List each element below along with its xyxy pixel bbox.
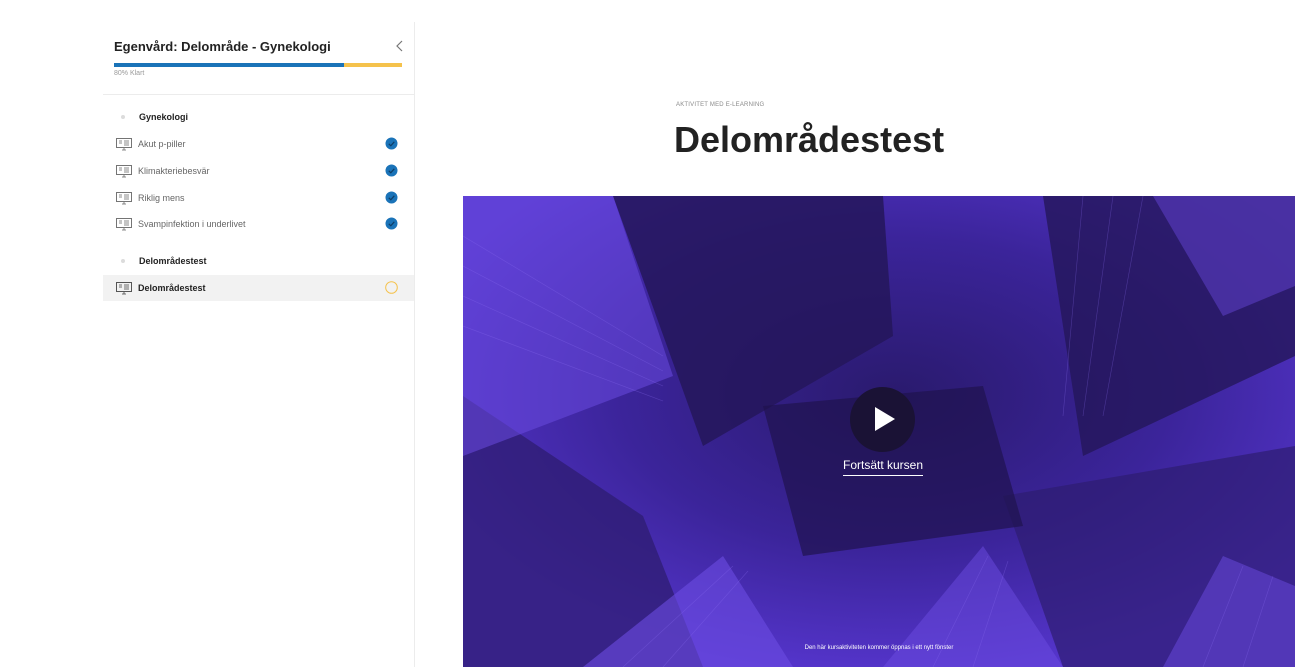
new-window-note: Den här kursaktiviteten kommer öppnas i … [804,645,954,651]
play-button[interactable] [850,387,915,452]
completed-check-icon [385,164,398,177]
completed-check-icon [385,137,398,150]
lesson-item-active[interactable]: Delområdestest [103,275,414,301]
course-hero-banner: Fortsätt kursen Den här kursaktiviteten … [463,196,1295,667]
section-title: Delområdestest [139,256,207,266]
progress-bar-fill [114,63,345,67]
continue-course-label: Fortsätt kursen [842,458,924,476]
completed-check-icon [385,217,398,230]
e-learning-icon [116,191,132,204]
lesson-label: Akut p-piller [138,139,186,149]
section-heading: Gynekologi [115,108,188,126]
chevron-left-icon [396,40,403,52]
section-heading: Delområdestest [115,252,207,270]
section-title: Gynekologi [139,112,189,122]
lesson-label: Svampinfektion i underlivet [138,219,246,229]
lesson-item[interactable]: Akut p-piller [103,131,414,157]
lesson-item[interactable]: Svampinfektion i underlivet [103,211,414,237]
e-learning-icon [116,281,132,294]
lesson-label: Riklig mens [138,193,185,203]
in-progress-ring-icon [385,281,398,294]
e-learning-icon [116,137,132,150]
activity-type-label: AKTIVITET MED E-LEARNING [676,102,765,108]
bullet-icon [121,115,125,119]
completed-check-icon [385,191,398,204]
bullet-icon [121,259,125,263]
course-sidebar: Egenvård: Delområde - Gynekologi 80% Kla… [103,22,415,667]
progress-bar [114,63,402,67]
e-learning-icon [116,164,132,177]
collapse-sidebar-button[interactable] [393,38,407,54]
e-learning-icon [116,217,132,230]
lesson-label: Delområdestest [138,283,206,293]
page-title: Delområdestest [674,119,945,160]
lesson-item[interactable]: Riklig mens [103,185,414,211]
divider [103,94,414,95]
course-title: Egenvård: Delområde - Gynekologi [114,39,331,54]
lesson-label: Klimakteriebesvär [138,166,210,176]
play-icon [875,407,895,431]
progress-text: 80% Klart [114,70,145,77]
lesson-item[interactable]: Klimakteriebesvär [103,158,414,184]
continue-course-link[interactable]: Fortsätt kursen [815,458,951,476]
